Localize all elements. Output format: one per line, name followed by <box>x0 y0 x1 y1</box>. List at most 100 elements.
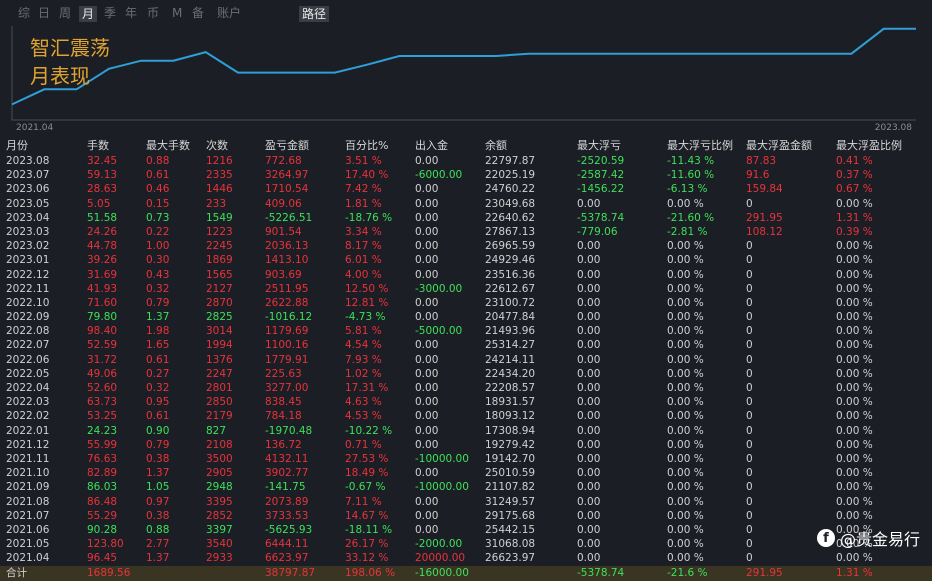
tab-5[interactable]: 年 <box>125 6 137 20</box>
table-cell: 1100.16 <box>265 339 309 352</box>
tab-4[interactable]: 季 <box>104 6 116 20</box>
table-cell: 0.00 <box>577 311 601 324</box>
table-cell: 25442.15 <box>485 523 536 536</box>
table-cell: 2073.89 <box>265 495 309 508</box>
table-cell: 26965.59 <box>485 240 536 253</box>
table-cell: 87.83 <box>746 155 777 167</box>
period-tabs: 综日周月季年币 M 备账户 路径 <box>0 0 932 26</box>
table-cell: 2022.04 <box>6 382 50 394</box>
table-cell: 0.00 <box>415 523 439 536</box>
table-cell: 0 <box>746 424 753 437</box>
table-row: 2023.05 5.05 0.15 233 409.06 1.81 % 0.00 23049.… <box>0 197 932 211</box>
table-cell: -6000.00 <box>415 169 463 182</box>
table-cell: 0.00 <box>577 254 601 267</box>
table-cell: 123.80 <box>87 538 124 551</box>
table-cell: 0.00 <box>577 552 601 565</box>
table-cell: 2022.10 <box>6 296 50 309</box>
table-cell: -10.22 % <box>345 424 393 437</box>
table-row: 2022.10 71.60 0.79 2870 2622.88 12.81 % 0.00 23… <box>0 296 932 310</box>
table-cell: 2022.08 <box>6 325 50 338</box>
table-cell: 1.37 <box>146 311 170 324</box>
tab-8[interactable]: 备 <box>192 6 204 20</box>
table-cell: 1223 <box>206 225 233 238</box>
table-cell: -1970.48 <box>265 424 313 437</box>
table-cell: -21.60 % <box>667 211 715 224</box>
table-cell: 4.54 % <box>345 339 382 352</box>
table-cell: 0.00 <box>577 467 601 480</box>
tab-2[interactable]: 周 <box>59 6 71 20</box>
table-cell: 44.78 <box>87 240 118 253</box>
table-cell: 0.00 % <box>667 325 704 338</box>
table-cell: 0.00 % <box>836 495 873 508</box>
report-type: 月表现 <box>30 64 90 88</box>
table-cell: 3540 <box>206 538 233 551</box>
table-cell: 2022.11 <box>6 282 50 295</box>
table-cell: 0.00 <box>415 424 439 437</box>
table-cell: 0.00 % <box>836 396 873 409</box>
table-cell: 0.00 % <box>667 396 704 409</box>
tab-1[interactable]: 日 <box>38 6 50 20</box>
table-cell: 2933 <box>206 552 233 565</box>
tab-3[interactable]: 月 <box>79 6 98 22</box>
table-cell: 0.00 <box>415 155 439 167</box>
table-cell: 7.93 % <box>345 353 382 366</box>
column-header: 最大浮盈比例 <box>836 139 902 152</box>
table-cell: 86.48 <box>87 495 118 508</box>
table-cell: 1.02 % <box>345 367 382 380</box>
table-row: 2021.11 76.63 0.38 3500 4132.11 27.53 % -10000… <box>0 452 932 466</box>
table-cell: 0.00 <box>415 367 439 380</box>
table-cell: 52.60 <box>87 382 118 394</box>
table-cell: 784.18 <box>265 410 302 423</box>
tab-6[interactable]: 币 <box>147 6 159 20</box>
table-cell: 14.67 % <box>345 509 389 522</box>
table-cell: 0 <box>746 325 753 338</box>
total-cell: 291.95 <box>746 567 783 580</box>
table-cell: 108.12 <box>746 225 783 238</box>
column-header: 最大浮盈金额 <box>746 139 812 152</box>
table-cell: 0 <box>746 452 753 465</box>
table-cell: 1.37 <box>146 552 170 565</box>
table-cell: 0.00 <box>415 296 439 309</box>
tab-9[interactable]: 账户 <box>217 6 241 20</box>
table-cell: 0.22 <box>146 225 170 238</box>
table-cell: 0.00 <box>415 410 439 423</box>
table-cell: -1016.12 <box>265 311 313 324</box>
table-cell: 55.29 <box>87 509 118 522</box>
table-cell: 20000.00 <box>415 552 466 565</box>
table-cell: 1.31 % <box>836 211 873 224</box>
table-cell: 90.28 <box>87 523 118 536</box>
watermark: f @贵金易行 <box>816 526 920 550</box>
table-cell: 2022.03 <box>6 396 50 409</box>
table-cell: 0.00 % <box>667 339 704 352</box>
x-start-label: 2021.04 <box>16 123 53 133</box>
table-cell: 27.53 % <box>345 452 389 465</box>
table-cell: 0 <box>746 240 753 253</box>
table-cell: 22208.57 <box>485 382 536 394</box>
table-cell: 2021.09 <box>6 481 50 494</box>
table-cell: 0.00 % <box>667 254 704 267</box>
table-cell: 0 <box>746 410 753 423</box>
table-cell: -18.76 % <box>345 211 393 224</box>
total-cell: 合计 <box>6 567 27 580</box>
table-cell: 71.60 <box>87 296 118 309</box>
table-cell: 2108 <box>206 438 233 451</box>
column-header: 出入金 <box>415 139 448 152</box>
table-cell: 0.61 <box>146 410 170 423</box>
table-cell: 0.46 <box>146 183 170 196</box>
table-cell: 25010.59 <box>485 467 536 480</box>
table-cell: -141.75 <box>265 481 306 494</box>
table-cell: 0 <box>746 495 753 508</box>
table-cell: 0.67 % <box>836 183 873 196</box>
table-row: 2021.08 86.48 0.97 3395 2073.89 7.11 % 0.00 312… <box>0 495 932 509</box>
table-cell: 0.38 <box>146 452 170 465</box>
table-cell: 0.00 % <box>667 410 704 423</box>
table-cell: 0.00 % <box>836 424 873 437</box>
tab-10[interactable]: 路径 <box>299 6 330 22</box>
table-cell: 59.13 <box>87 169 118 182</box>
table-cell: 0.39 % <box>836 225 873 238</box>
tab-0[interactable]: 综 <box>18 6 30 20</box>
table-cell: 2021.08 <box>6 495 50 508</box>
tab-7[interactable]: M <box>172 6 182 20</box>
table-cell: 233 <box>206 197 227 210</box>
table-cell: 23100.72 <box>485 296 536 309</box>
